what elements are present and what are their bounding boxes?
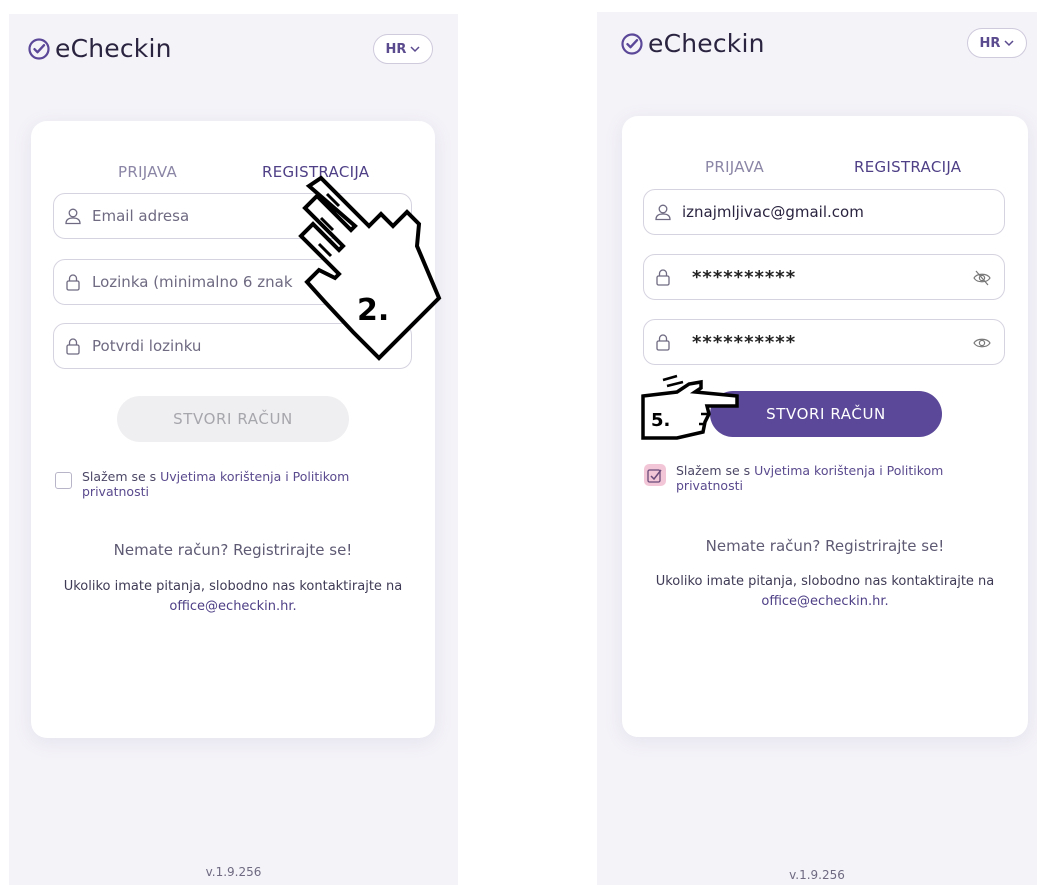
language-label: HR — [385, 41, 407, 57]
checkbox-check-icon — [647, 469, 662, 483]
logo: eCheckin — [620, 29, 765, 58]
eye-off-icon[interactable] — [972, 269, 992, 287]
lock-icon — [66, 338, 80, 355]
password-value: ********** — [692, 266, 797, 288]
language-selector[interactable]: HR — [967, 28, 1027, 58]
step-label: 5. — [651, 410, 670, 431]
terms-agreement: Slažem se s Uvjetima korištenja i Politi… — [644, 463, 984, 493]
email-placeholder: Email adresa — [92, 207, 190, 225]
app-name: eCheckin — [648, 29, 765, 58]
email-value: iznajmljivac@gmail.com — [682, 203, 864, 221]
chevron-down-icon — [410, 46, 420, 53]
screen-register-filled: eCheckin HR PRIJAVA REGISTRACIJA iznajml… — [597, 12, 1037, 885]
terms-text: Slažem se s Uvjetima korištenja i Politi… — [82, 469, 395, 499]
tab-login[interactable]: PRIJAVA — [118, 163, 177, 181]
language-label: HR — [979, 35, 1001, 51]
language-selector[interactable]: HR — [373, 34, 433, 64]
confirm-password-value: ********** — [692, 331, 797, 353]
lock-icon — [66, 274, 80, 291]
confirm-password-field[interactable]: ********** — [643, 319, 1005, 365]
check-circle-icon — [621, 32, 643, 55]
password-field[interactable]: ********** — [643, 254, 1005, 300]
version-label: v.1.9.256 — [205, 865, 262, 879]
contact-text: Ukoliko imate pitanja, slobodno nas kont… — [63, 579, 403, 594]
terms-checkbox[interactable] — [55, 472, 72, 489]
eye-icon[interactable] — [972, 334, 992, 352]
pointing-hand-icon: 2. — [298, 175, 442, 361]
terms-checkbox[interactable] — [644, 464, 666, 486]
register-prompt[interactable]: Nemate račun? Registrirajte se! — [31, 541, 435, 559]
lock-icon — [656, 269, 670, 286]
contact-text: Ukoliko imate pitanja, slobodno nas kont… — [655, 574, 995, 589]
screen-register-empty: eCheckin HR PRIJAVA REGISTRACIJA Email a… — [9, 14, 458, 885]
confirm-password-placeholder: Potvrdi lozinku — [92, 337, 202, 355]
create-account-button[interactable]: STVORI RAČUN — [117, 396, 349, 442]
terms-prefix: Slažem se s — [82, 469, 161, 484]
version-label: v.1.9.256 — [789, 868, 845, 882]
pointing-hand-icon: 5. — [641, 374, 739, 440]
user-icon — [65, 208, 81, 225]
contact-email-link[interactable]: office@echeckin.hr. — [31, 597, 435, 617]
terms-prefix: Slažem se s — [676, 463, 755, 478]
chevron-down-icon — [1004, 40, 1014, 47]
step-label: 2. — [357, 293, 389, 328]
user-icon — [655, 204, 671, 221]
contact-info: Ukoliko imate pitanja, slobodno nas kont… — [31, 577, 435, 617]
contact-email-link[interactable]: office@echeckin.hr. — [622, 592, 1028, 612]
password-placeholder: Lozinka (minimalno 6 znak — [92, 273, 293, 291]
app-name: eCheckin — [55, 34, 172, 63]
register-prompt[interactable]: Nemate račun? Registrirajte se! — [622, 537, 1028, 555]
check-circle-icon — [28, 37, 50, 60]
create-account-button[interactable]: STVORI RAČUN — [710, 391, 942, 437]
tab-login[interactable]: PRIJAVA — [705, 158, 764, 176]
terms-agreement: Slažem se s Uvjetima korištenja i Politi… — [55, 469, 395, 499]
tab-register[interactable]: REGISTRACIJA — [854, 158, 961, 176]
email-field[interactable]: iznajmljivac@gmail.com — [643, 189, 1005, 235]
lock-icon — [656, 334, 670, 351]
terms-text: Slažem se s Uvjetima korištenja i Politi… — [676, 463, 984, 493]
contact-info: Ukoliko imate pitanja, slobodno nas kont… — [622, 572, 1028, 612]
logo: eCheckin — [27, 34, 172, 63]
